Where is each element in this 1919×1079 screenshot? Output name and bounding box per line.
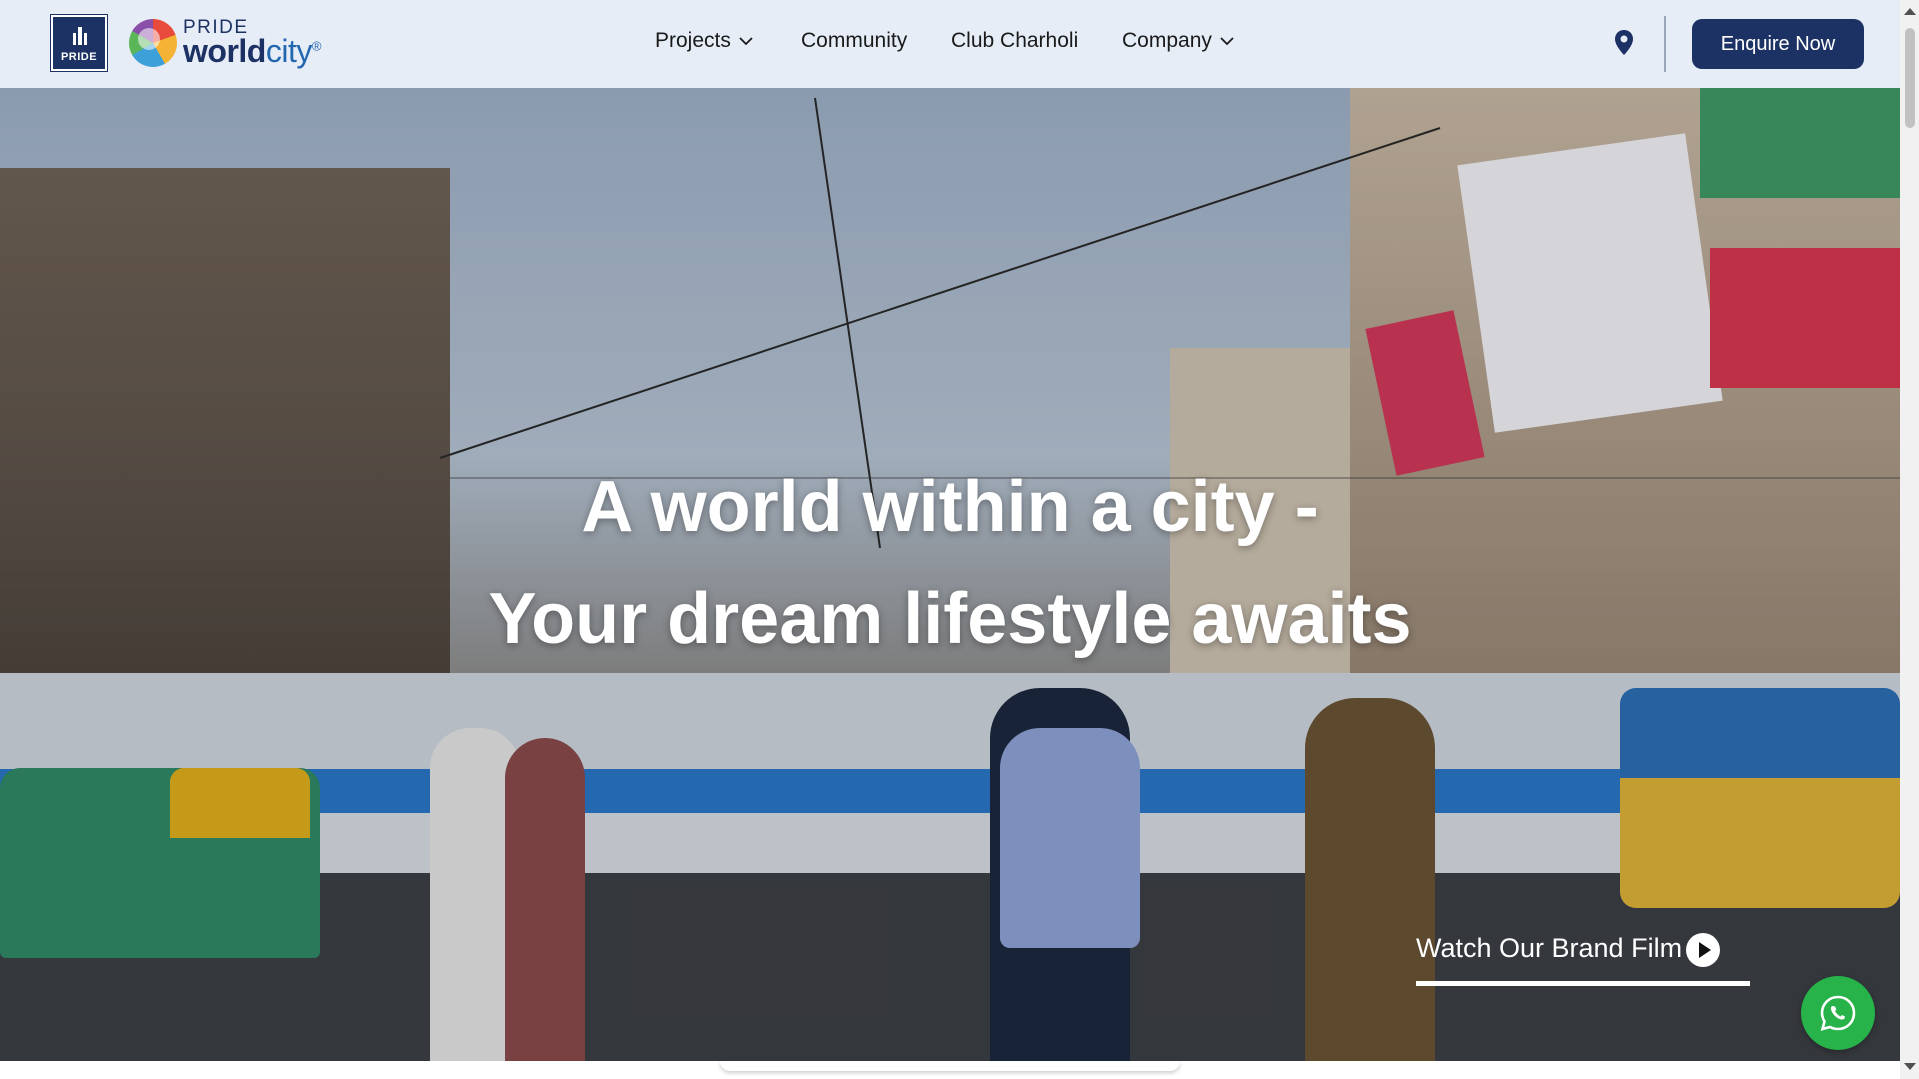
watch-brand-film-link[interactable]: Watch Our Brand Film	[1416, 933, 1721, 967]
logo-mark-label: PRIDE	[60, 51, 98, 63]
play-circle-icon	[1686, 933, 1721, 967]
pride-logo-mark[interactable]: PRIDE	[50, 14, 108, 72]
scroll-thumb[interactable]	[1905, 28, 1915, 128]
whatsapp-chat-button[interactable]	[1801, 976, 1875, 1050]
brand-film-label: Watch Our Brand Film	[1416, 933, 1683, 964]
brand-film-underline	[1416, 981, 1750, 986]
logo-world: world	[183, 33, 266, 69]
header-divider	[1664, 16, 1666, 72]
nav-company-label: Company	[1122, 29, 1212, 52]
nav-projects-label: Projects	[655, 29, 731, 52]
scroll-up-arrow-icon[interactable]	[1904, 8, 1916, 15]
chevron-down-icon	[1220, 37, 1234, 46]
scroll-down-arrow-icon[interactable]	[1904, 1063, 1916, 1070]
site-header: PRIDE PRIDE worldcity® Projects Communit…	[0, 0, 1900, 88]
nav-community-label: Community	[801, 29, 908, 52]
enquire-now-button[interactable]: Enquire Now	[1692, 19, 1864, 69]
nav-projects[interactable]: Projects	[655, 29, 753, 53]
map-pin-icon[interactable]	[1614, 30, 1634, 56]
logo-worldcity-text[interactable]: worldcity®	[183, 33, 321, 70]
hero-video[interactable]: A world within a city - Your dream lifes…	[0, 88, 1900, 1061]
logo-registered: ®	[311, 38, 322, 54]
nav-club-charholi-label: Club Charholi	[951, 29, 1079, 52]
nav-club-charholi[interactable]: Club Charholi	[951, 29, 1078, 53]
hero-title-line2: Your dream lifestyle awaits	[488, 579, 1412, 659]
below-fold-card-edge	[720, 1061, 1180, 1071]
globe-logo-icon[interactable]	[129, 19, 177, 67]
tower-icon	[73, 27, 87, 45]
hero-title-line1: A world within a city -	[581, 467, 1319, 547]
whatsapp-icon	[1820, 995, 1856, 1031]
logo-city: city	[265, 33, 313, 69]
nav-community[interactable]: Community	[801, 29, 907, 53]
nav-company[interactable]: Company	[1122, 29, 1234, 53]
hero-overlay	[0, 88, 1900, 1061]
page-scrollbar[interactable]	[1900, 0, 1919, 1079]
chevron-down-icon	[739, 37, 753, 46]
